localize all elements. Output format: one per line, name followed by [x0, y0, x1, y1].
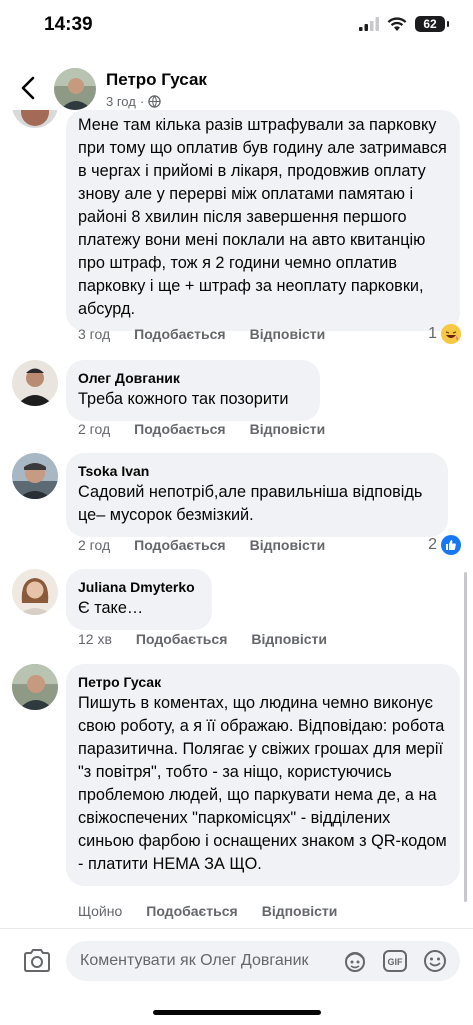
comments-feed[interactable]: Мене там кілька разів штрафували за парк…: [0, 110, 473, 928]
reaction-count[interactable]: 2: [428, 535, 461, 555]
comment-actions: 12 хв Подобається Відповісти: [78, 631, 351, 647]
like-button[interactable]: Подобається: [134, 421, 225, 437]
reaction-number: 2: [428, 536, 437, 553]
comment-bubble: Олег Довганик Треба кожного так позорити: [66, 360, 320, 421]
comment-author[interactable]: Петро Гусак: [78, 672, 448, 692]
comment-text: Є таке…: [78, 599, 144, 617]
input-icons: GIF: [342, 948, 448, 974]
comment-author[interactable]: Juliana Dmyterko: [78, 577, 200, 597]
reaction-number: 1: [428, 325, 437, 342]
reply-button[interactable]: Відповісти: [250, 326, 326, 342]
post-meta: 3 год ·: [106, 94, 161, 109]
smile-icon[interactable]: [422, 948, 448, 974]
reply-button[interactable]: Відповісти: [250, 537, 326, 553]
chevron-left-icon: [21, 76, 35, 100]
commenter-avatar[interactable]: [12, 664, 58, 710]
comment-time: 2 год: [78, 537, 111, 553]
comment-time: 12 хв: [78, 631, 112, 647]
camera-icon: [24, 949, 50, 972]
cellular-signal-icon: [359, 17, 379, 31]
camera-button[interactable]: [22, 947, 52, 975]
meta-separator: ·: [139, 94, 145, 109]
like-button[interactable]: Подобається: [146, 903, 237, 919]
battery-indicator: 62: [415, 16, 449, 32]
wifi-icon: [387, 16, 407, 31]
comment-text: Мене там кілька разів штрафували за парк…: [78, 116, 447, 318]
comment-input[interactable]: Коментувати як Олег Довганик GIF: [66, 941, 460, 981]
comment-author[interactable]: Олег Довганик: [78, 368, 308, 388]
gif-icon[interactable]: GIF: [382, 948, 408, 974]
commenter-avatar[interactable]: [12, 569, 58, 615]
comment-text: Треба кожного так позорити: [78, 390, 289, 408]
comment-text: Садовий непотріб,але правильніша відпові…: [78, 483, 423, 524]
commenter-avatar[interactable]: [12, 110, 58, 128]
status-icons: 62: [359, 16, 449, 32]
comment-time: 2 год: [78, 421, 111, 437]
reaction-count[interactable]: 1: [428, 324, 461, 344]
commenter-avatar[interactable]: [12, 453, 58, 499]
home-indicator: [153, 1010, 321, 1015]
comment-actions: 2 год Подобається Відповісти: [78, 537, 349, 553]
commenter-avatar[interactable]: [12, 360, 58, 406]
comment-actions: Щойно Подобається Відповісти: [78, 903, 361, 919]
like-button[interactable]: Подобається: [134, 537, 225, 553]
comment-bubble: Tsoka Ivan Садовий непотріб,але правильн…: [66, 453, 448, 537]
comment-actions: 3 год Подобається Відповісти: [78, 326, 349, 342]
like-button[interactable]: Подобається: [134, 326, 225, 342]
author-avatar[interactable]: [54, 68, 96, 110]
author-name[interactable]: Петро Гусак: [106, 70, 207, 90]
post-time: 3 год: [106, 94, 136, 109]
comment-input-placeholder: Коментувати як Олег Довганик: [80, 952, 309, 969]
globe-icon: [148, 95, 161, 108]
status-time: 14:39: [44, 14, 93, 35]
comment-text: Пишуть в коментах, що людина чемно викон…: [78, 694, 447, 873]
comment-author[interactable]: Tsoka Ivan: [78, 461, 436, 481]
comment-bubble: Juliana Dmyterko Є таке…: [66, 569, 212, 630]
reply-button[interactable]: Відповісти: [251, 631, 327, 647]
haha-emoji-icon: [441, 324, 461, 344]
scrollbar[interactable]: [464, 572, 467, 902]
back-button[interactable]: [14, 72, 42, 104]
status-bar: 14:39 62: [0, 0, 473, 54]
comment-bubble: Мене там кілька разів штрафували за парк…: [66, 110, 460, 331]
like-button[interactable]: Подобається: [136, 631, 227, 647]
like-icon: [441, 535, 461, 555]
comment-time: 3 год: [78, 326, 111, 342]
svg-text:GIF: GIF: [388, 957, 404, 967]
comment-time: Щойно: [78, 903, 123, 919]
comment-bubble: Петро Гусак Пишуть в коментах, що людина…: [66, 664, 460, 886]
comment-actions: 2 год Подобається Відповісти: [78, 421, 349, 437]
avatar-sticker-icon[interactable]: [342, 948, 368, 974]
reply-button[interactable]: Відповісти: [262, 903, 338, 919]
reply-button[interactable]: Відповісти: [250, 421, 326, 437]
